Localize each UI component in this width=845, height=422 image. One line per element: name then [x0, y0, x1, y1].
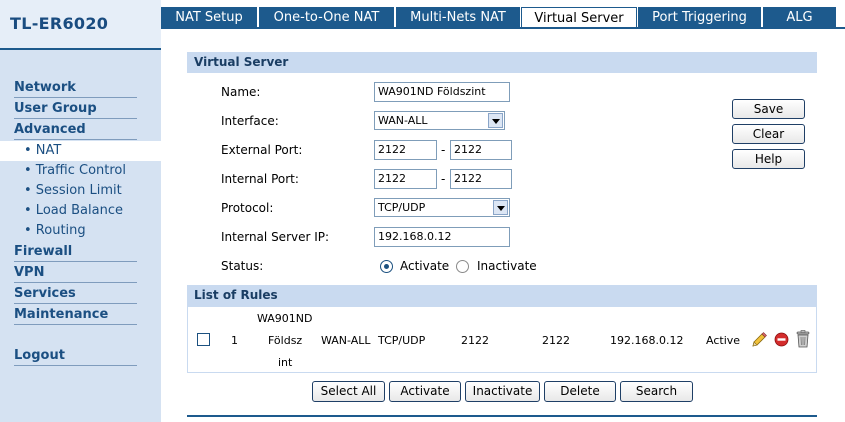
divider	[14, 118, 137, 119]
internal-port-label: Internal Port:	[221, 172, 299, 186]
select-all-button[interactable]: Select All	[312, 381, 385, 402]
sidebar-item-logout[interactable]: Logout	[0, 346, 161, 366]
server-ip-input[interactable]: 192.168.0.12	[374, 227, 510, 247]
divider	[14, 303, 137, 304]
sidebar-item-label: Services	[14, 286, 76, 301]
rule-index: 1	[231, 334, 238, 347]
interface-value: WAN-ALL	[378, 114, 428, 127]
rule-server-ip: 192.168.0.12	[610, 334, 684, 347]
sidebar-item-label: Network	[14, 80, 76, 95]
rule-name-line2: Földsz	[268, 334, 303, 347]
sidebar-item-user-group[interactable]: User Group	[0, 99, 161, 119]
rule-status: Active	[706, 334, 741, 347]
external-port-start-input[interactable]: 2122	[374, 140, 437, 160]
internal-port-end-input[interactable]: 2122	[450, 169, 512, 189]
protocol-select[interactable]: TCP/UDP	[374, 198, 510, 217]
sidebar-subitem-nat[interactable]: • NAT	[0, 141, 161, 161]
protocol-label: Protocol:	[221, 201, 274, 215]
port-range-dash: -	[441, 172, 446, 186]
sidebar-subitem-label: • Session Limit	[24, 183, 122, 198]
rule-interface: WAN-ALL	[321, 334, 371, 347]
server-ip-label: Internal Server IP:	[221, 230, 330, 244]
port-range-dash: -	[441, 143, 446, 157]
sidebar-subitem-label: • Routing	[24, 223, 86, 238]
virtual-server-header: Virtual Server	[187, 52, 817, 73]
clear-button[interactable]: Clear	[732, 124, 805, 144]
interface-label: Interface:	[221, 114, 279, 128]
tab-port-triggering[interactable]: Port Triggering	[638, 7, 762, 28]
sidebar-subitem-traffic-control[interactable]: • Traffic Control	[0, 161, 161, 181]
divider	[14, 282, 137, 283]
internal-port-start-input[interactable]: 2122	[374, 169, 437, 189]
brand-header: TL-ER6020	[0, 0, 161, 50]
sidebar-subitem-routing[interactable]: • Routing	[0, 221, 161, 241]
tab-nat-setup[interactable]: NAT Setup	[161, 7, 258, 28]
trash-icon[interactable]	[795, 330, 811, 348]
external-port-end-input[interactable]: 2122	[450, 140, 512, 160]
interface-select[interactable]: WAN-ALL	[374, 111, 505, 130]
rule-name-line3: int	[278, 356, 293, 369]
sidebar-item-label: Firewall	[14, 244, 73, 259]
status-activate-radio[interactable]	[380, 260, 393, 273]
delete-button[interactable]: Delete	[544, 381, 616, 402]
sidebar-item-firewall[interactable]: Firewall	[0, 242, 161, 262]
tab-bar: NAT Setup One-to-One NAT Multi-Nets NAT …	[161, 0, 845, 28]
sidebar-subitem-label: • Traffic Control	[24, 163, 126, 178]
rule-external-port: 2122	[461, 334, 489, 347]
status-activate-label: Activate	[400, 259, 450, 273]
sidebar-item-label: User Group	[14, 101, 97, 116]
search-button[interactable]: Search	[620, 381, 693, 402]
divider	[14, 365, 137, 366]
sidebar-item-label: Advanced	[14, 122, 86, 137]
tab-virtual-server[interactable]: Virtual Server	[521, 7, 637, 28]
brand-title: TL-ER6020	[10, 14, 109, 33]
sidebar-item-network[interactable]: Network	[0, 78, 161, 98]
sidebar-subitem-label: • Load Balance	[24, 203, 123, 218]
external-port-label: External Port:	[221, 143, 303, 157]
divider	[14, 97, 137, 98]
sidebar-subitem-load-balance[interactable]: • Load Balance	[0, 201, 161, 221]
activate-button[interactable]: Activate	[389, 381, 461, 402]
sidebar-item-vpn[interactable]: VPN	[0, 263, 161, 283]
divider	[14, 139, 137, 140]
inactivate-button[interactable]: Inactivate	[465, 381, 540, 402]
rule-protocol: TCP/UDP	[378, 334, 426, 347]
rule-internal-port: 2122	[542, 334, 570, 347]
sidebar: TL-ER6020 Network User Group Advanced • …	[0, 0, 161, 422]
sidebar-item-services[interactable]: Services	[0, 284, 161, 304]
status-label: Status:	[221, 259, 264, 273]
status-inactivate-radio[interactable]	[456, 260, 469, 273]
logout-label: Logout	[14, 348, 65, 363]
list-of-rules-header: List of Rules	[187, 285, 817, 306]
sidebar-item-label: VPN	[14, 265, 45, 280]
protocol-value: TCP/UDP	[378, 201, 426, 214]
sidebar-subitem-session-limit[interactable]: • Session Limit	[0, 181, 161, 201]
rule-name-line1: WA901ND	[257, 312, 313, 325]
tab-one-to-one-nat[interactable]: One-to-One NAT	[259, 7, 395, 28]
disable-icon[interactable]	[774, 332, 789, 347]
edit-icon[interactable]	[751, 331, 767, 347]
sidebar-item-advanced[interactable]: Advanced	[0, 120, 161, 140]
chevron-down-icon[interactable]	[493, 200, 508, 215]
name-input[interactable]: WA901ND Földszint	[374, 82, 510, 102]
save-button[interactable]: Save	[732, 99, 805, 119]
sidebar-item-label: Maintenance	[14, 307, 109, 322]
sidebar-item-maintenance[interactable]: Maintenance	[0, 305, 161, 325]
chevron-down-icon[interactable]	[488, 113, 503, 128]
footer-divider	[187, 415, 817, 417]
section-title: Virtual Server	[194, 55, 289, 69]
rule-select-checkbox[interactable]	[197, 333, 210, 346]
status-inactivate-label: Inactivate	[477, 259, 537, 273]
divider	[14, 261, 137, 262]
help-button[interactable]: Help	[732, 149, 805, 169]
tab-alg[interactable]: ALG	[763, 7, 837, 28]
section-title: List of Rules	[194, 288, 278, 302]
tab-multi-nets-nat[interactable]: Multi-Nets NAT	[396, 7, 521, 28]
divider	[14, 324, 137, 325]
sidebar-subitem-label: • NAT	[24, 143, 62, 158]
name-label: Name:	[221, 85, 261, 99]
tab-underline	[161, 27, 845, 29]
